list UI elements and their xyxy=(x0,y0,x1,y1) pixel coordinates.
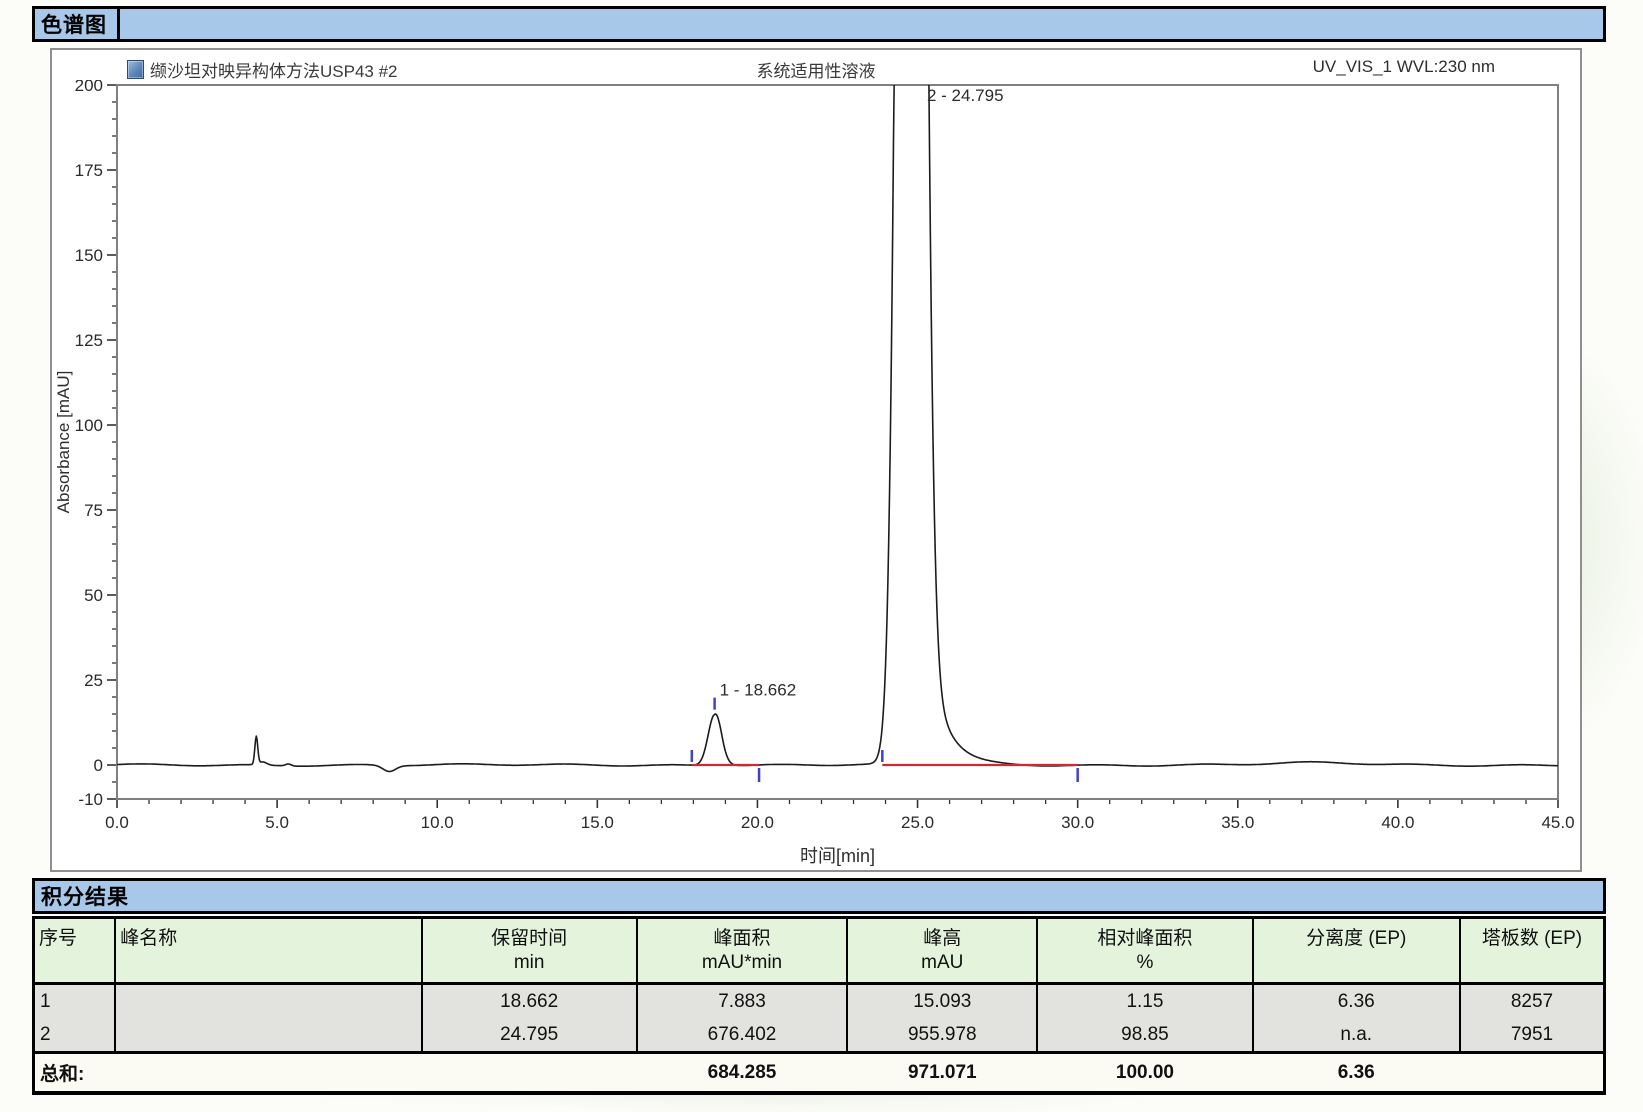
report-body: 色谱图 缬沙坦对映异构体方法USP43 #2 系统适用性溶液 UV_VIS_1 … xyxy=(32,6,1606,1095)
y-tick-label: 200 xyxy=(75,80,103,95)
sum-row: 总和: 684.285971.071100.006.36 xyxy=(34,1053,1605,1094)
result-cell: 7.883 xyxy=(637,984,848,1019)
column-header: 峰高mAU xyxy=(847,918,1037,984)
result-cell: 98.85 xyxy=(1037,1018,1252,1053)
y-tick-label: 100 xyxy=(75,416,103,435)
sum-cell xyxy=(422,1053,637,1094)
results-section-title: 积分结果 xyxy=(35,881,139,911)
result-cell xyxy=(115,984,421,1019)
detector-channel-label: UV_VIS_1 WVL:230 nm xyxy=(1313,57,1495,77)
x-tick-label: 35.0 xyxy=(1221,813,1254,832)
column-header: 分离度 (EP) xyxy=(1253,918,1460,984)
sum-cell xyxy=(1460,1053,1605,1094)
result-cell: 1 xyxy=(34,984,116,1019)
column-header: 序号 xyxy=(34,918,116,984)
x-axis-label: 时间[min] xyxy=(117,842,1558,868)
result-cell: 6.36 xyxy=(1253,984,1460,1019)
result-cell: n.a. xyxy=(1253,1018,1460,1053)
column-header: 峰面积mAU*min xyxy=(637,918,848,984)
column-header: 峰名称 xyxy=(115,918,421,984)
peak-result-row: 2 24.795676.402955.97898.85n.a.7951 xyxy=(34,1018,1605,1053)
chromatogram-section-title: 色谱图 xyxy=(35,9,120,39)
chromatogram-section-bar: 色谱图 xyxy=(32,6,1606,42)
x-tick-label: 20.0 xyxy=(741,813,774,832)
sum-cell: 100.00 xyxy=(1037,1053,1252,1094)
x-tick-label: 30.0 xyxy=(1061,813,1094,832)
result-cell xyxy=(115,1018,421,1053)
result-cell: 15.093 xyxy=(847,984,1037,1019)
x-tick-label: 10.0 xyxy=(421,813,454,832)
peak-label: 2 - 24.795 xyxy=(927,86,1004,105)
sum-cell: 684.285 xyxy=(637,1053,848,1094)
column-header: 塔板数 (EP) xyxy=(1460,918,1605,984)
result-cell: 24.795 xyxy=(422,1018,637,1053)
peak-label: 1 - 18.662 xyxy=(720,681,797,700)
result-cell: 2 xyxy=(34,1018,116,1053)
chromatogram-trace xyxy=(117,80,1558,771)
result-cell: 7951 xyxy=(1460,1018,1605,1053)
result-cell: 1.15 xyxy=(1037,984,1252,1019)
y-tick-label: 25 xyxy=(84,671,103,690)
peak-result-row: 1 18.6627.88315.0931.156.368257 xyxy=(34,984,1605,1019)
chromatogram-plot: 200 175 150 125 100 75 50 25 0 -100.0 5.0 10.0 15.0 2… xyxy=(60,80,1580,842)
sum-cell: 971.071 xyxy=(847,1053,1037,1094)
y-tick-label: 125 xyxy=(75,331,103,350)
column-header: 相对峰面积% xyxy=(1037,918,1252,984)
x-tick-label: 45.0 xyxy=(1541,813,1574,832)
results-section-bar: 积分结果 xyxy=(32,878,1606,914)
result-cell: 8257 xyxy=(1460,984,1605,1019)
y-tick-label: 0 xyxy=(94,756,103,775)
x-tick-label: 40.0 xyxy=(1381,813,1414,832)
sum-cell: 6.36 xyxy=(1253,1053,1460,1094)
result-cell: 955.978 xyxy=(847,1018,1037,1053)
x-tick-label: 5.0 xyxy=(265,813,289,832)
y-tick-label: 50 xyxy=(84,586,103,605)
y-tick-label: 150 xyxy=(75,246,103,265)
result-cell: 18.662 xyxy=(422,984,637,1019)
y-tick-label: 75 xyxy=(84,501,103,520)
sum-label: 总和: xyxy=(34,1053,422,1094)
chromatography-report-page: 色谱图 缬沙坦对映异构体方法USP43 #2 系统适用性溶液 UV_VIS_1 … xyxy=(0,0,1643,1112)
result-cell: 676.402 xyxy=(637,1018,848,1053)
x-tick-label: 0.0 xyxy=(105,813,129,832)
x-tick-label: 15.0 xyxy=(581,813,614,832)
y-tick-label: -10 xyxy=(78,790,103,809)
y-tick-label: 175 xyxy=(75,161,103,180)
chromatogram-chart: 缬沙坦对映异构体方法USP43 #2 系统适用性溶液 UV_VIS_1 WVL:… xyxy=(50,48,1582,872)
column-header: 保留时间min xyxy=(422,918,637,984)
x-tick-label: 25.0 xyxy=(901,813,934,832)
integration-results-table: 序号 峰名称 保留时间min峰面积mAU*min峰高mAU相对峰面积%分离度 (… xyxy=(32,916,1606,1095)
